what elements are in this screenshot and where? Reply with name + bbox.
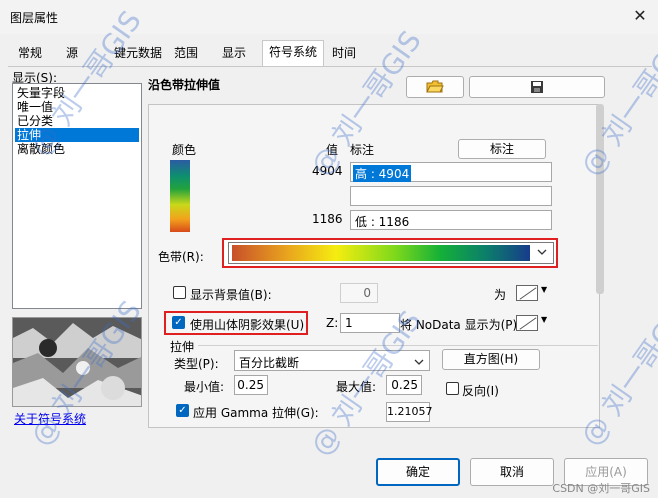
window-title: 图层属性 bbox=[10, 11, 59, 25]
high-value: 4904 bbox=[312, 164, 343, 178]
high-label-text: 高 : 4904 bbox=[353, 165, 412, 182]
tab-display[interactable]: 显示 bbox=[216, 42, 252, 66]
list-item-discrete-color[interactable]: 离散颜色 bbox=[15, 142, 139, 156]
min-input[interactable]: 0.25 bbox=[234, 375, 268, 395]
invert-label: 反向(I) bbox=[462, 384, 499, 398]
hillshade-label: 使用山体阴影效果(U) bbox=[190, 318, 305, 332]
color-band-label: 色带(R): bbox=[158, 250, 204, 264]
renderer-list: 矢量字段 唯一值 已分类 拉伸 离散颜色 bbox=[12, 83, 142, 309]
color-band-gradient bbox=[232, 245, 530, 261]
low-label-input[interactable]: 低 : 1186 bbox=[350, 210, 552, 230]
ok-button[interactable]: 确定 bbox=[376, 458, 460, 486]
tab-time[interactable]: 时间 bbox=[326, 42, 362, 66]
z-factor-label: Z: bbox=[326, 316, 339, 330]
tab-symbology[interactable]: 符号系统 bbox=[262, 40, 325, 66]
gamma-label: 应用 Gamma 拉伸(G): bbox=[193, 406, 319, 420]
color-ramp-preview bbox=[170, 160, 190, 232]
tab-general[interactable]: 常规 bbox=[12, 42, 48, 66]
stretch-type-value: 百分比截断 bbox=[239, 356, 300, 370]
background-value-input[interactable]: 0 bbox=[340, 283, 378, 303]
max-label: 最大值: bbox=[336, 380, 377, 394]
show-background-checkbox[interactable] bbox=[173, 286, 186, 299]
min-label: 最小值: bbox=[184, 380, 225, 394]
show-background-label: 显示背景值(B): bbox=[190, 288, 272, 302]
label-button[interactable]: 标注 bbox=[458, 139, 546, 159]
tab-key-metadata[interactable]: 键元数据 bbox=[108, 42, 168, 66]
z-factor-input[interactable]: 1 bbox=[340, 313, 400, 333]
stretch-type-combobox[interactable]: 百分比截断 bbox=[234, 350, 430, 371]
gamma-checkbox[interactable]: ✓ bbox=[176, 404, 189, 417]
invert-checkbox[interactable] bbox=[446, 382, 459, 395]
nodata-color-swatch[interactable] bbox=[516, 315, 538, 331]
histogram-button[interactable]: 直方图(H) bbox=[442, 349, 540, 370]
tab-source[interactable]: 源 bbox=[60, 42, 84, 66]
hillshade-checkbox[interactable]: ✓ bbox=[172, 316, 185, 329]
chevron-down-icon[interactable]: ▼ bbox=[541, 315, 547, 324]
background-color-swatch[interactable] bbox=[516, 285, 538, 301]
vertical-scrollbar[interactable] bbox=[596, 104, 604, 294]
value-header: 值 bbox=[326, 143, 339, 157]
background-as-label: 为 bbox=[494, 288, 507, 302]
list-item-stretched[interactable]: 拉伸 bbox=[15, 128, 139, 142]
open-layer-file-button[interactable] bbox=[406, 76, 464, 98]
stretch-group-line bbox=[198, 345, 598, 347]
folder-open-icon bbox=[426, 80, 444, 93]
save-icon bbox=[531, 81, 543, 93]
label-header: 标注 bbox=[350, 143, 375, 157]
middle-label-input[interactable] bbox=[350, 186, 552, 206]
close-icon[interactable]: ✕ bbox=[626, 3, 654, 29]
low-value: 1186 bbox=[312, 212, 343, 226]
chevron-down-icon bbox=[414, 359, 424, 365]
color-header: 颜色 bbox=[172, 143, 197, 157]
section-title: 沿色带拉伸值 bbox=[148, 78, 221, 92]
title-bar bbox=[0, 0, 658, 34]
tab-extent[interactable]: 范围 bbox=[168, 42, 204, 66]
high-label-input[interactable]: 高 : 4904 bbox=[350, 162, 552, 182]
chevron-down-icon[interactable] bbox=[536, 246, 548, 261]
list-item-vector-field[interactable]: 矢量字段 bbox=[15, 86, 139, 100]
gamma-input[interactable]: 1.21057 bbox=[386, 402, 433, 422]
low-label-text: 低 : 1186 bbox=[355, 215, 410, 229]
preview-terrain-graphic bbox=[13, 318, 141, 406]
cancel-button[interactable]: 取消 bbox=[470, 458, 554, 486]
list-item-classified[interactable]: 已分类 bbox=[15, 114, 139, 128]
stretch-type-label: 类型(P): bbox=[174, 357, 219, 371]
about-symbology-link[interactable]: 关于符号系统 bbox=[14, 410, 86, 427]
max-input[interactable]: 0.25 bbox=[386, 375, 422, 395]
csdn-credit: CSDN @刘一哥GIS bbox=[552, 482, 650, 495]
symbology-preview-image bbox=[12, 317, 142, 407]
stretch-group-label: 拉伸 bbox=[170, 340, 195, 354]
list-item-unique-values[interactable]: 唯一值 bbox=[15, 100, 139, 114]
save-layer-file-button[interactable] bbox=[469, 76, 605, 98]
nodata-label: 将 NoData 显示为(P) bbox=[400, 318, 518, 332]
chevron-down-icon[interactable]: ▼ bbox=[541, 285, 547, 294]
